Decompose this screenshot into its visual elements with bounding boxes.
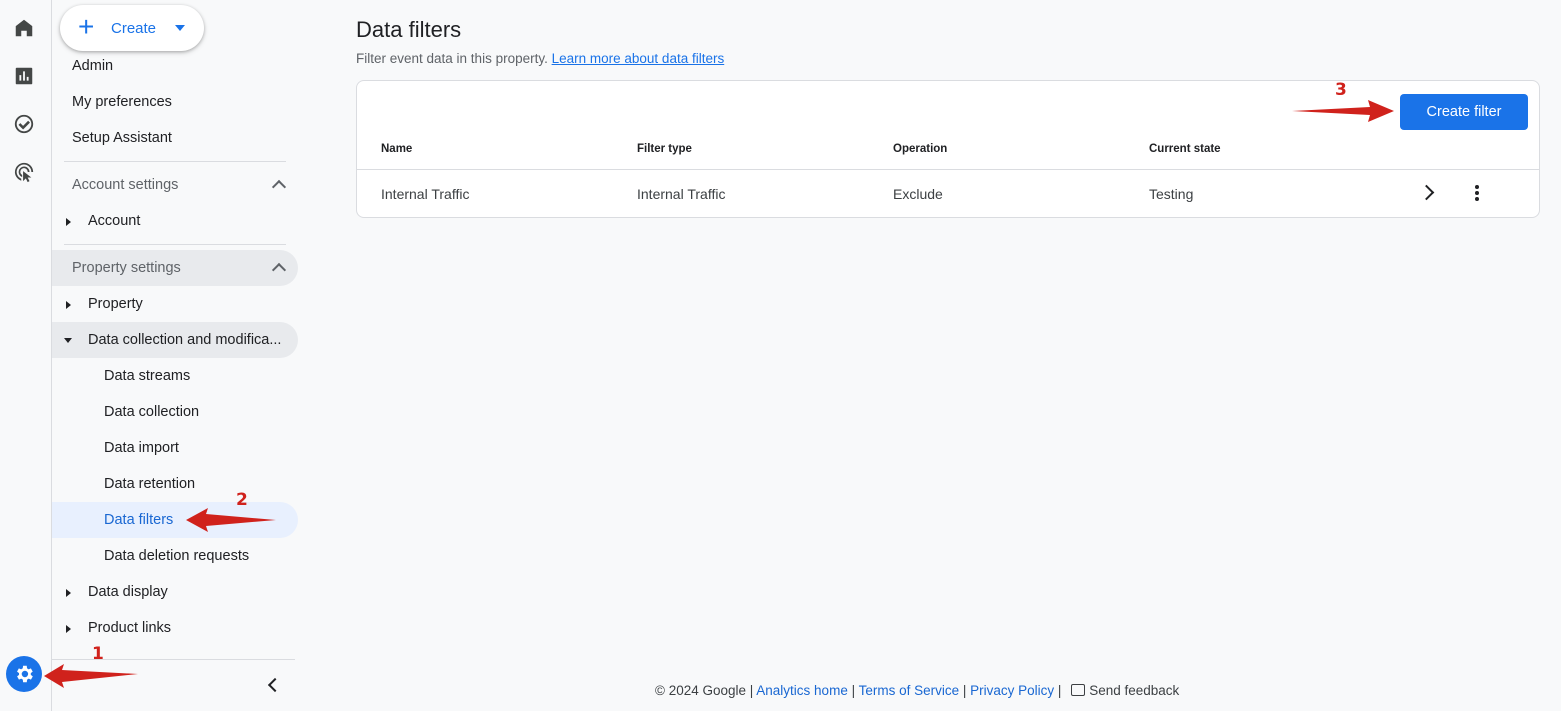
annotation-number-1: 1: [92, 644, 104, 664]
annotation-overlay: [44, 100, 1394, 688]
annotation-arrow-3: [1292, 100, 1394, 122]
annotation-number-2: 2: [236, 490, 248, 510]
annotation-number-3: 3: [1335, 80, 1347, 100]
annotation-arrow-1: [44, 664, 138, 688]
annotation-arrow-2: [186, 508, 276, 532]
